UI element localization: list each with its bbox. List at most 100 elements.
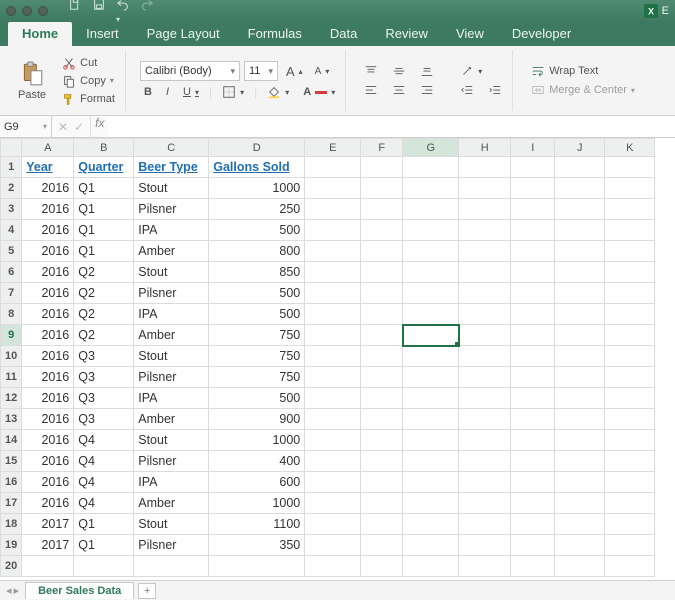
cell[interactable]: Stout: [134, 178, 209, 199]
tab-review[interactable]: Review: [371, 22, 442, 46]
cell[interactable]: Pilsner: [134, 451, 209, 472]
cell[interactable]: [361, 556, 403, 577]
cell[interactable]: Amber: [134, 325, 209, 346]
cell[interactable]: [555, 346, 605, 367]
cell[interactable]: [605, 262, 655, 283]
cell[interactable]: [403, 409, 459, 430]
fill-color-button[interactable]: ▾: [263, 84, 293, 100]
italic-button[interactable]: I: [162, 85, 173, 99]
cell[interactable]: [403, 556, 459, 577]
sheet-next-icon[interactable]: ▸: [14, 584, 20, 597]
cell[interactable]: Q4: [74, 472, 134, 493]
underline-button[interactable]: U▾: [179, 85, 203, 99]
cell[interactable]: Stout: [134, 514, 209, 535]
cell[interactable]: 2016: [22, 346, 74, 367]
accept-formula-icon[interactable]: ✓: [74, 120, 84, 134]
cell[interactable]: [361, 304, 403, 325]
cell[interactable]: Q2: [74, 283, 134, 304]
cell[interactable]: 2016: [22, 178, 74, 199]
cell[interactable]: [361, 367, 403, 388]
cell[interactable]: [511, 451, 555, 472]
sheet-nav[interactable]: ◂▸: [0, 584, 25, 597]
col-header[interactable]: C: [134, 139, 209, 157]
spreadsheet-grid[interactable]: ABCDEFGHIJK1YearQuarterBeer TypeGallons …: [0, 138, 675, 580]
undo-icon[interactable]: ▾: [116, 0, 130, 25]
cell[interactable]: [459, 178, 511, 199]
cell[interactable]: 750: [209, 346, 305, 367]
cell[interactable]: Q4: [74, 430, 134, 451]
cell[interactable]: [361, 199, 403, 220]
col-header[interactable]: F: [361, 139, 403, 157]
cell[interactable]: [555, 430, 605, 451]
save-icon[interactable]: [92, 0, 106, 25]
cell[interactable]: [361, 451, 403, 472]
cell[interactable]: [605, 430, 655, 451]
cell[interactable]: [459, 346, 511, 367]
align-middle-button[interactable]: [388, 63, 410, 79]
cell[interactable]: [305, 325, 361, 346]
cell[interactable]: 2016: [22, 199, 74, 220]
wrap-text-button[interactable]: Wrap Text: [527, 63, 639, 79]
cell[interactable]: [361, 430, 403, 451]
cell[interactable]: [511, 304, 555, 325]
cell[interactable]: 350: [209, 535, 305, 556]
cell[interactable]: 2016: [22, 262, 74, 283]
cell[interactable]: [605, 535, 655, 556]
cell[interactable]: [459, 451, 511, 472]
cell[interactable]: Q4: [74, 493, 134, 514]
cell[interactable]: [361, 220, 403, 241]
cell[interactable]: [305, 241, 361, 262]
cell[interactable]: [555, 388, 605, 409]
cell[interactable]: 2016: [22, 283, 74, 304]
row-header[interactable]: 20: [1, 556, 22, 577]
col-header[interactable]: A: [22, 139, 74, 157]
cell[interactable]: Year: [22, 157, 74, 178]
tab-developer[interactable]: Developer: [498, 22, 585, 46]
row-header[interactable]: 4: [1, 220, 22, 241]
cell[interactable]: 750: [209, 325, 305, 346]
cell[interactable]: 250: [209, 199, 305, 220]
name-box[interactable]: G9: [0, 116, 52, 137]
cell[interactable]: [511, 535, 555, 556]
align-top-button[interactable]: [360, 63, 382, 79]
cell[interactable]: 900: [209, 409, 305, 430]
orientation-button[interactable]: ▾: [456, 63, 486, 79]
col-header[interactable]: J: [555, 139, 605, 157]
decrease-font-button[interactable]: A▾: [311, 65, 334, 78]
cell[interactable]: [403, 283, 459, 304]
cell[interactable]: [305, 514, 361, 535]
cell[interactable]: [605, 178, 655, 199]
cell[interactable]: 1100: [209, 514, 305, 535]
align-left-button[interactable]: [360, 82, 382, 98]
cut-button[interactable]: Cut: [58, 55, 119, 71]
cell[interactable]: [605, 304, 655, 325]
cell[interactable]: 500: [209, 220, 305, 241]
cell[interactable]: [605, 199, 655, 220]
cell[interactable]: [511, 178, 555, 199]
cell[interactable]: [361, 283, 403, 304]
tab-formulas[interactable]: Formulas: [234, 22, 316, 46]
cell[interactable]: [555, 556, 605, 577]
cell[interactable]: [459, 514, 511, 535]
cell[interactable]: [605, 283, 655, 304]
font-size-select[interactable]: 11: [244, 61, 278, 81]
cell[interactable]: Q1: [74, 220, 134, 241]
cell[interactable]: [555, 325, 605, 346]
cell[interactable]: [459, 157, 511, 178]
cell[interactable]: [305, 220, 361, 241]
cell[interactable]: 1000: [209, 493, 305, 514]
cell[interactable]: Q2: [74, 262, 134, 283]
cell[interactable]: [305, 388, 361, 409]
cell[interactable]: [511, 262, 555, 283]
cell[interactable]: Amber: [134, 409, 209, 430]
row-header[interactable]: 14: [1, 430, 22, 451]
cell[interactable]: [305, 493, 361, 514]
cell[interactable]: [555, 220, 605, 241]
cell[interactable]: [209, 556, 305, 577]
col-header[interactable]: H: [459, 139, 511, 157]
cell[interactable]: [459, 367, 511, 388]
cell[interactable]: [459, 535, 511, 556]
font-name-select[interactable]: Calibri (Body): [140, 61, 240, 81]
cell[interactable]: Amber: [134, 241, 209, 262]
redo-icon[interactable]: [140, 0, 154, 25]
